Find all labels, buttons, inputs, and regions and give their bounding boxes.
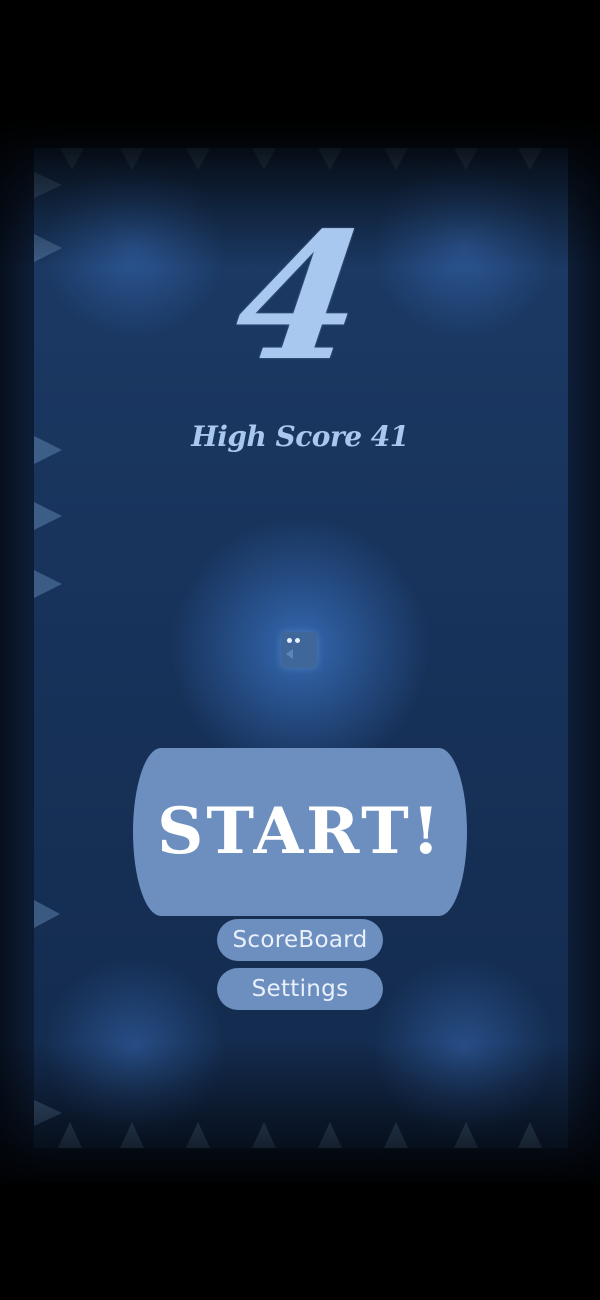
start-button[interactable]: START! xyxy=(133,748,467,916)
player-eye-right xyxy=(295,638,300,643)
current-score: 4 xyxy=(224,195,376,400)
high-score-label: High Score 41 xyxy=(191,420,409,453)
scoreboard-button[interactable]: ScoreBoard xyxy=(217,919,383,961)
player-cube-icon xyxy=(281,632,317,668)
settings-button[interactable]: Settings xyxy=(217,968,383,1010)
player-eye-left xyxy=(287,638,292,643)
player-mark xyxy=(286,649,293,659)
